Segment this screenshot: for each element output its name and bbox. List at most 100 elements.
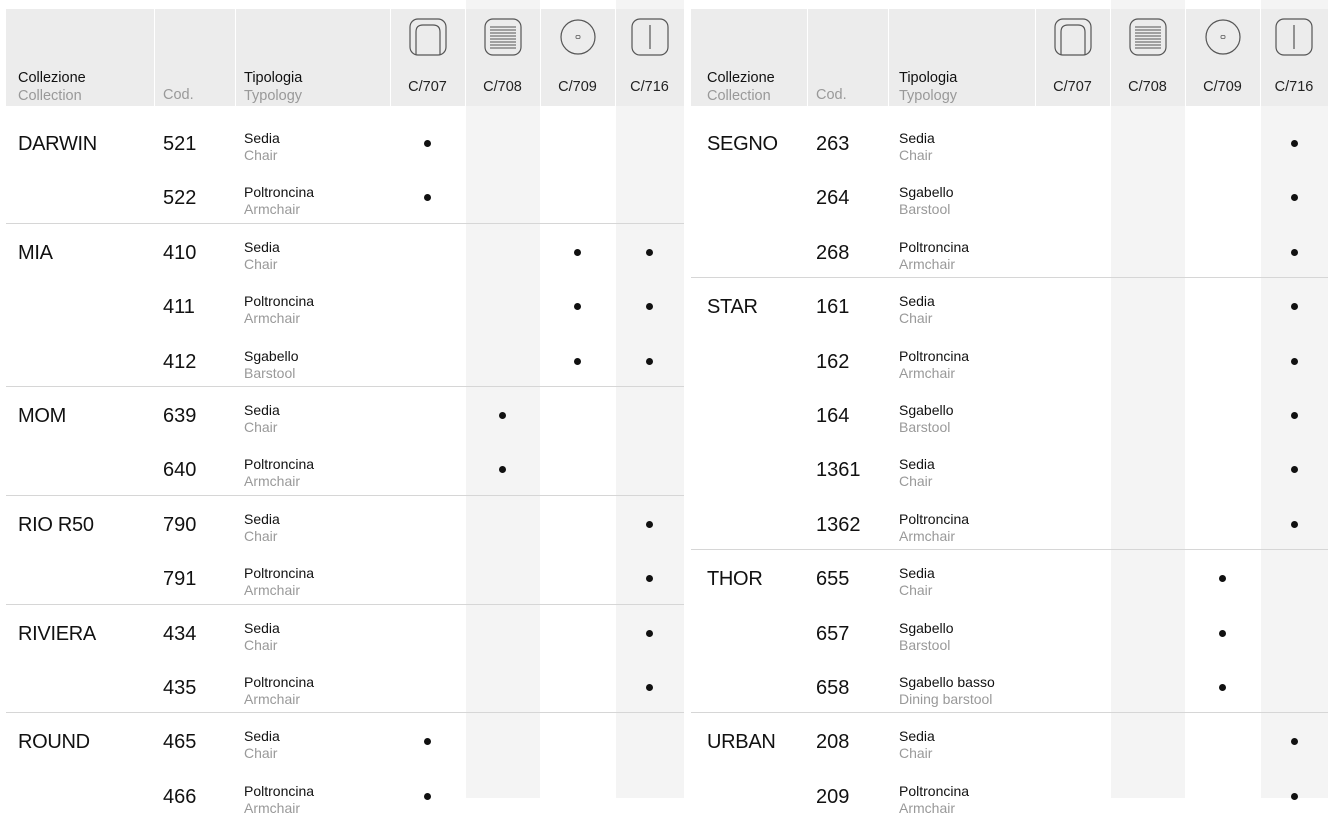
product-code: 657: [816, 622, 850, 645]
typology: Poltroncina Armchair: [244, 783, 314, 817]
typology-en: Barstool: [899, 419, 951, 435]
product-code: 268: [816, 241, 850, 264]
availability-dot: [424, 792, 431, 800]
column-divider: [540, 0, 541, 798]
typology-en: Armchair: [244, 201, 301, 218]
typology-it: Poltroncina: [899, 238, 970, 255]
header-code: Cod.: [163, 87, 194, 103]
collection-name: URBAN: [707, 731, 776, 754]
typology-en: Chair: [244, 745, 278, 762]
typology-it: Sedia: [244, 238, 280, 255]
typology-it: Sedia: [244, 619, 280, 636]
column-divider: [465, 0, 466, 798]
availability-dot: [574, 303, 581, 311]
typology-en: Chair: [899, 745, 933, 762]
typology: Poltroncina Armchair: [244, 293, 314, 327]
rounded-frame-icon: [1035, 18, 1110, 56]
typology: Sedia Chair: [899, 456, 935, 490]
typology-en: Armchair: [899, 799, 956, 816]
availability-dot: [1290, 248, 1298, 256]
typology-en: Armchair: [244, 473, 301, 490]
typology: Sedia Chair: [899, 565, 935, 599]
typology: Poltroncina Armchair: [244, 674, 314, 708]
column-divider: [1260, 0, 1261, 798]
product-code: 412: [163, 350, 197, 373]
column-shade: [615, 0, 684, 798]
availability-dot: [424, 194, 431, 202]
typology-en: Armchair: [899, 255, 956, 272]
typology-it: Poltroncina: [244, 782, 315, 799]
header-code: Cod.: [816, 87, 847, 103]
group-divider: [6, 712, 684, 714]
group-divider: [6, 222, 684, 224]
product-code: 465: [163, 731, 197, 754]
typology-it: Sedia: [244, 130, 280, 146]
typology: Poltroncina Armchair: [899, 348, 969, 382]
left-table: Collezione Collection Cod. Tipologia Typolog…: [6, 0, 684, 816]
product-code: 655: [816, 568, 850, 591]
typology: Sedia Chair: [244, 728, 280, 762]
column-divider: [807, 0, 808, 798]
column-divider: [1110, 0, 1111, 798]
product-code: 791: [163, 568, 197, 591]
typology: Poltroncina Armchair: [899, 511, 969, 545]
typology-it: Sedia: [244, 402, 280, 418]
typology-it: Poltroncina: [244, 674, 315, 690]
availability-dot: [574, 248, 581, 256]
right-table: Collezione Collection Cod. Tipologia Typolog…: [691, 0, 1328, 816]
typology: Sedia Chair: [244, 511, 280, 545]
header-column-label: C/708: [1128, 79, 1167, 95]
typology-en: Armchair: [899, 527, 956, 544]
typology-it: Sedia: [244, 510, 280, 527]
circle-dot-icon: [1185, 18, 1260, 56]
typology-it: Poltroncina: [244, 184, 315, 201]
typology: Sgabello Barstool: [899, 402, 954, 436]
column-divider: [154, 0, 155, 798]
group-divider: [6, 386, 684, 387]
availability-dot: [1290, 466, 1298, 474]
header-typology: Tipologia Typology: [899, 69, 957, 105]
typology: Sedia Chair: [244, 130, 280, 164]
typology-it: Poltroncina: [899, 510, 970, 527]
collection-name: STAR: [707, 296, 758, 319]
typology-en: Barstool: [899, 636, 951, 653]
product-code: 209: [816, 785, 850, 808]
column-divider: [235, 0, 236, 798]
column-shade: [465, 0, 540, 798]
typology-en: Chair: [899, 582, 933, 599]
vertical-line-icon: [615, 18, 684, 56]
availability-dot: [1219, 684, 1226, 691]
typology-en: Chair: [244, 255, 278, 272]
header-column-label: C/709: [1203, 79, 1242, 95]
availability-dot: [1290, 738, 1298, 746]
circle-dot-icon: [540, 18, 615, 56]
header-collection: Collezione Collection: [18, 69, 86, 105]
typology: Poltroncina Armchair: [899, 239, 969, 273]
typology: Sgabello Barstool: [899, 184, 954, 218]
column-shade: [1110, 0, 1185, 798]
availability-dot: [646, 357, 653, 365]
product-code: 263: [816, 133, 850, 155]
typology-en: Chair: [899, 473, 933, 490]
collection-name: RIO R50: [18, 513, 94, 536]
group-divider: [6, 494, 684, 496]
header-typology-en: Typology: [899, 88, 958, 104]
product-code: 522: [163, 187, 197, 210]
availability-dot: [646, 520, 653, 528]
availability-dot: [646, 629, 653, 637]
availability-dot: [1290, 520, 1298, 528]
availability-dot: [499, 412, 506, 419]
product-code: 164: [816, 405, 850, 427]
availability-dot: [646, 248, 653, 256]
group-divider: [691, 277, 1328, 279]
collection-name: THOR: [707, 568, 763, 591]
header-collection-en: Collection: [707, 88, 771, 104]
availability-dot: [424, 738, 431, 746]
typology-it: Sgabello: [899, 619, 954, 636]
header-column-label: C/716: [630, 79, 669, 95]
header-typology: Tipologia Typology: [244, 69, 302, 105]
product-code: 208: [816, 731, 850, 754]
product-code: 264: [816, 187, 850, 210]
typology-it: Sgabello: [899, 402, 954, 418]
availability-dot: [1290, 140, 1298, 147]
